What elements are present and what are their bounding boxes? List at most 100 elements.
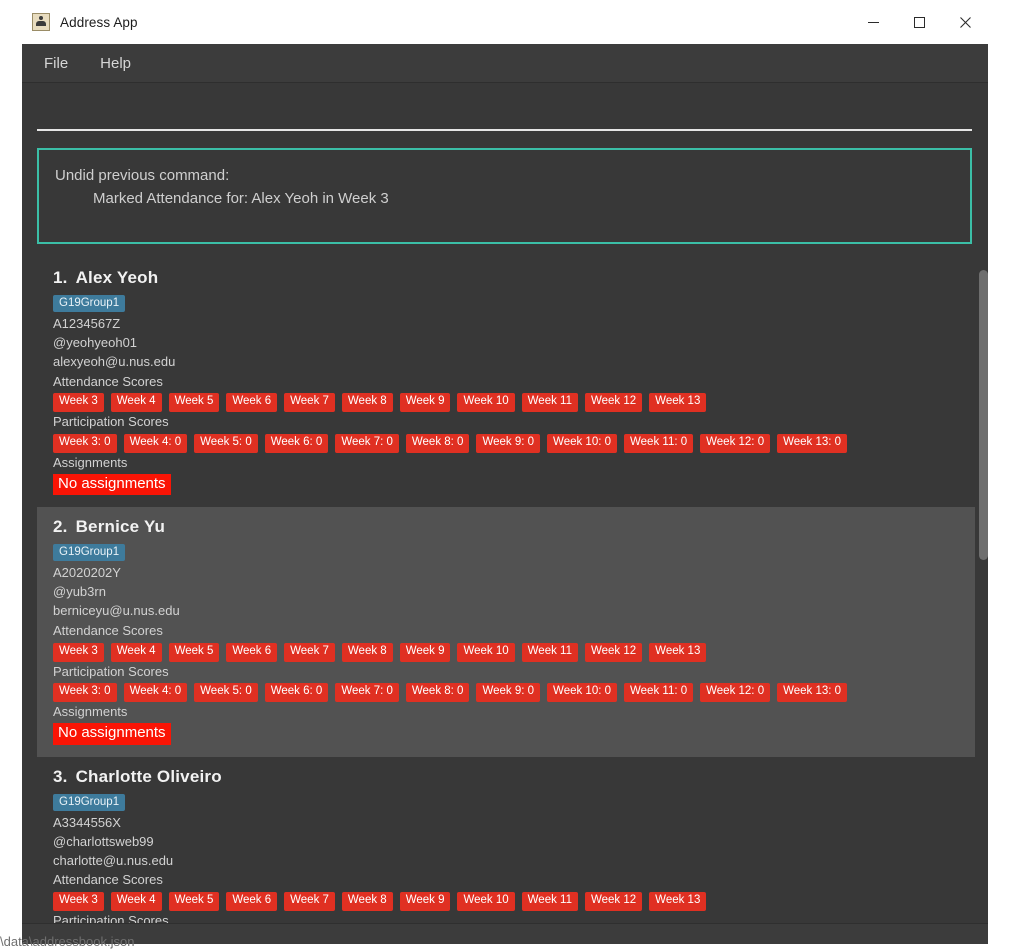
person-list: 1. Alex Yeoh G19Group1 A1234567Z @yeohyeoh01… (37, 258, 975, 924)
person-index: 1. (53, 268, 68, 287)
group-tag: G19Group1 (53, 793, 126, 811)
attendance-tag: Week 9 (399, 642, 451, 662)
address-book-icon (32, 13, 50, 31)
attendance-tag: Week 7 (284, 393, 335, 413)
person-name-text: Bernice Yu (75, 517, 166, 537)
participation-tag: Week 13: 0 (777, 434, 848, 453)
person-name: 1. Alex Yeoh (53, 268, 961, 288)
attendance-tag: Week 11 (521, 642, 578, 662)
person-name-text: Charlotte Oliveiro (75, 766, 222, 786)
window-title: Address App (60, 14, 138, 30)
participation-tag: Week 13: 0 (777, 683, 848, 703)
person-name: 2. Bernice Yu (53, 517, 961, 537)
person-email: alexyeoh@u.nus.edu (53, 353, 176, 369)
participation-tag-row: Week 3: 0 Week 4: 0 Week 5: 0 Week 6: 0 Week… (53, 434, 961, 453)
participation-tag: Week 12: 0 (700, 434, 771, 453)
participation-tag: Week 3: 0 (53, 434, 117, 453)
status-bar-path: \data\addressbook.json (0, 934, 135, 949)
attendance-tag: Week 7 (284, 642, 335, 662)
attendance-tag-row: Week 3 Week 4 Week 5 Week 6 Week 7 Week 8 Week… (53, 892, 961, 911)
participation-tag: Week 7: 0 (335, 683, 399, 703)
attendance-tag: Week 13 (649, 393, 707, 413)
group-tag: G19Group1 (53, 295, 126, 312)
title-bar: Address App (22, 0, 988, 45)
participation-tag: Week 4: 0 (123, 683, 188, 703)
attendance-tag: Week 11 (521, 892, 578, 911)
participation-tag: Week 11: 0 (624, 434, 694, 453)
attendance-tag: Week 6 (226, 393, 278, 413)
attendance-tag: Week 8 (341, 642, 393, 662)
attendance-tag: Week 9 (399, 892, 451, 911)
participation-tag: Week 5: 0 (194, 683, 258, 703)
participation-tag: Week 6: 0 (264, 434, 329, 453)
command-area (22, 83, 988, 141)
person-handle: @yub3rn (53, 584, 106, 600)
attendance-tag: Week 4 (110, 892, 162, 911)
attendance-tag: Week 8 (341, 393, 393, 413)
participation-tag: Week 9: 0 (476, 683, 541, 703)
participation-tag: Week 6: 0 (264, 683, 329, 703)
participation-tag: Week 8: 0 (405, 683, 470, 703)
attendance-label: Attendance Scores (53, 622, 163, 638)
maximize-icon[interactable] (896, 0, 942, 44)
person-card[interactable]: 2. Bernice Yu G19Group1 A2020202Y @yub3rn ber… (37, 507, 975, 757)
attendance-label: Attendance Scores (53, 373, 163, 389)
participation-tag: Week 5: 0 (194, 434, 258, 453)
participation-label: Participation Scores (53, 414, 169, 430)
participation-tag: Week 10: 0 (547, 434, 618, 453)
menu-item-help[interactable]: Help (88, 51, 143, 76)
attendance-tag: Week 3 (53, 892, 104, 911)
participation-tag: Week 8: 0 (405, 434, 470, 453)
result-line-primary: Undid previous command: (55, 167, 230, 184)
menu-bar: File Help (22, 44, 988, 83)
window-controls (850, 0, 988, 44)
person-handle: @charlottsweb99 (53, 833, 154, 849)
attendance-tag: Week 5 (168, 393, 220, 413)
person-name-text: Alex Yeoh (75, 268, 159, 287)
assignments-label: Assignments (53, 454, 128, 470)
person-card[interactable]: 1. Alex Yeoh G19Group1 A1234567Z @yeohyeoh01… (37, 258, 975, 508)
attendance-tag: Week 12 (584, 892, 643, 911)
assignments-tag: No assignments (53, 473, 171, 496)
participation-tag: Week 3: 0 (53, 683, 117, 703)
attendance-tag: Week 6 (226, 892, 278, 911)
assignments-tag: No assignments (53, 723, 171, 745)
scrollbar-thumb[interactable] (979, 270, 988, 560)
person-list-panel: 1. Alex Yeoh G19Group1 A1234567Z @yeohyeoh01… (37, 258, 988, 924)
participation-tag: Week 11: 0 (624, 683, 694, 703)
person-student-id: A3344556X (53, 814, 121, 830)
participation-tag: Week 10: 0 (547, 683, 618, 703)
participation-tag: Week 9: 0 (476, 434, 541, 453)
attendance-tag: Week 11 (521, 393, 578, 413)
person-index: 3. (53, 766, 68, 786)
person-handle: @yeohyeoh01 (53, 334, 138, 350)
application-window: Address App File Help Undid previous com… (22, 0, 988, 944)
attendance-tag: Week 3 (53, 642, 104, 662)
attendance-tag: Week 4 (110, 642, 162, 662)
close-icon[interactable] (942, 0, 988, 44)
attendance-tag: Week 3 (53, 393, 104, 413)
person-email: berniceyu@u.nus.edu (53, 603, 180, 619)
attendance-tag: Week 12 (584, 642, 643, 662)
minimize-icon[interactable] (850, 0, 896, 44)
attendance-tag: Week 10 (457, 393, 515, 413)
person-card[interactable]: 3. Charlotte Oliveiro G19Group1 A3344556X @c… (37, 756, 975, 924)
attendance-tag: Week 7 (284, 892, 335, 911)
attendance-label: Attendance Scores (53, 872, 163, 888)
list-scrollbar[interactable] (977, 258, 988, 924)
attendance-tag: Week 8 (341, 892, 393, 911)
menu-item-file[interactable]: File (32, 51, 80, 76)
attendance-tag-row: Week 3 Week 4 Week 5 Week 6 Week 7 Week 8 Week… (53, 642, 961, 662)
attendance-tag: Week 13 (649, 642, 707, 662)
command-input[interactable] (37, 91, 972, 131)
participation-tag: Week 4: 0 (123, 434, 188, 453)
group-tag: G19Group1 (53, 544, 126, 562)
assignments-label: Assignments (53, 704, 128, 720)
attendance-tag-row: Week 3 Week 4 Week 5 Week 6 Week 7 Week 8 Week… (53, 393, 961, 413)
attendance-tag: Week 5 (168, 892, 220, 911)
attendance-tag: Week 10 (457, 642, 515, 662)
attendance-tag: Week 5 (168, 642, 220, 662)
result-line-detail: Marked Attendance for: Alex Yeoh in Week… (93, 190, 389, 208)
participation-tag: Week 12: 0 (700, 683, 771, 703)
result-display-box: Undid previous command: Marked Attendanc… (37, 148, 972, 244)
